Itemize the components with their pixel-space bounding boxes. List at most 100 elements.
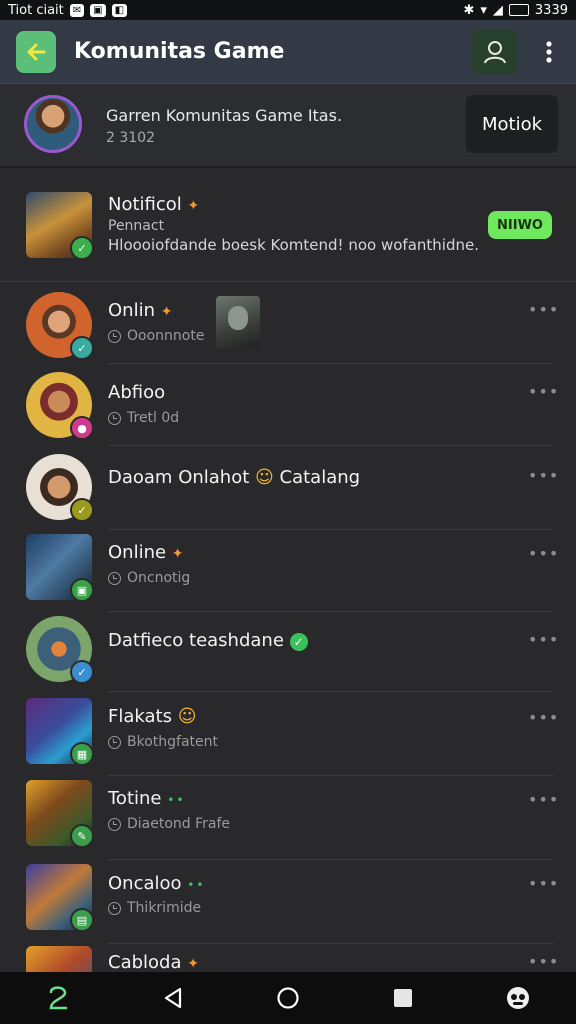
item-subtitle-row: Oncnotig [108, 570, 190, 586]
profile-button[interactable] [472, 30, 518, 74]
avatar: ● [26, 372, 94, 440]
list-item[interactable]: ✓ Datfieco teashdane ✓ ••• [0, 612, 576, 692]
notification-icon: ✉ [69, 3, 85, 17]
avatar: ▣ [26, 534, 94, 602]
game-mode-button[interactable] [498, 978, 538, 1018]
clock-time: 3339 [534, 2, 568, 18]
item-name: Totine [108, 788, 162, 809]
more-horizontal-icon[interactable]: ••• [528, 544, 558, 563]
item-name: Oncaloo [108, 873, 182, 894]
emoji-icon: ☺ [255, 467, 274, 488]
app-bar: Komunitas Game [0, 20, 576, 84]
back-button[interactable] [16, 31, 56, 73]
avatar: ✎ [26, 780, 94, 848]
avatar: ▤ [26, 864, 94, 932]
status-badge: NIIWO [488, 211, 552, 239]
community-avatar [24, 95, 82, 153]
item-subtitle: Tretl 0d [127, 410, 180, 426]
list-item[interactable]: ✓ Notificol ✦ Pennact Hloooiofdande boes… [0, 168, 576, 282]
more-horizontal-icon[interactable]: ••• [528, 708, 558, 727]
item-subtitle-row: Diaetond Frafe [108, 816, 230, 832]
flag-badge-icon: ● [70, 416, 94, 440]
arrow-left-icon [27, 43, 46, 61]
list-item[interactable]: ● Abfioo Tretl 0d ••• [0, 364, 576, 446]
item-subtitle-row: Tretl 0d [108, 410, 179, 426]
list-item[interactable]: ▣ Online ✦ Oncnotig ••• [0, 530, 576, 612]
screen: Tiot ciait ✉ ▣ ◧ ✱ ▾ ◢ 3339 Komunitas Ga… [0, 0, 576, 1024]
more-options-button[interactable] [540, 34, 558, 70]
more-horizontal-icon[interactable]: ••• [528, 952, 558, 971]
community-title: Garren Komunitas Game Itas. [106, 106, 343, 125]
bluetooth-icon: ✱ [463, 2, 475, 18]
more-horizontal-icon[interactable]: ••• [528, 874, 558, 893]
battery-icon [508, 4, 529, 16]
wifi-icon: ▾ [480, 2, 487, 18]
item-subtitle-row: Thikrimide [108, 900, 201, 916]
item-subtitle: Pennact [108, 218, 165, 234]
lock-badge-icon: ▣ [70, 578, 94, 602]
signal-icon: ◢ [492, 2, 503, 18]
item-extra: teashdane [189, 630, 284, 651]
navigation-bar [0, 972, 576, 1024]
community-header: Garren Komunitas Game Itas. 2 3102 Motio… [0, 84, 576, 168]
clock-icon [108, 735, 121, 749]
message-icon: ◧ [111, 3, 128, 17]
item-name: Notificol [108, 194, 182, 215]
item-subtitle: Diaetond Frafe [127, 816, 231, 832]
more-horizontal-icon[interactable]: ••• [528, 382, 558, 401]
avatar [26, 946, 92, 972]
home-circle-icon [277, 987, 299, 1009]
join-button[interactable]: Motiok [466, 95, 558, 153]
assistant-button[interactable] [38, 978, 78, 1018]
home-button[interactable] [268, 978, 308, 1018]
item-subtitle-row: Bkothgfatent [108, 734, 218, 750]
recents-button[interactable] [383, 978, 423, 1018]
avatar: ✓ [26, 454, 94, 522]
clock-icon [108, 901, 121, 915]
item-name: Datfieco [108, 630, 184, 651]
avatar: ✓ [26, 292, 94, 360]
item-subtitle: Oncnotig [127, 570, 191, 586]
emoji-icon: ☺ [177, 706, 197, 727]
list-item[interactable]: ▦ Flakats ☺ Bkothgfatent ••• [0, 692, 576, 776]
avatar: ▦ [26, 698, 94, 766]
more-horizontal-icon[interactable]: ••• [528, 466, 558, 485]
item-subtitle: Bkothgfatent [127, 734, 218, 750]
back-nav-button[interactable] [153, 978, 193, 1018]
item-name: Daoam Onlahot [108, 467, 250, 488]
list-item[interactable]: ▤ Oncaloo •• Thikrimide ••• [0, 860, 576, 944]
item-subtitle: Ooonnnote [127, 328, 205, 344]
check-badge-icon: ✓ [70, 236, 94, 260]
item-name: Online [108, 542, 167, 563]
game-thumbnail [216, 296, 260, 348]
check-badge-icon: ✓ [70, 498, 94, 522]
more-horizontal-icon[interactable]: ••• [528, 300, 558, 319]
check-badge-icon: ✓ [70, 660, 94, 684]
star-icon: ✦ [160, 304, 173, 320]
list-item[interactable]: ✓ Onlin ✦ Ooonnnote ••• [0, 282, 576, 364]
item-subtitle-row: Ooonnnote [108, 328, 204, 344]
list-item[interactable]: ✎ Totine •• Diaetond Frafe ••• [0, 776, 576, 860]
more-horizontal-icon[interactable]: ••• [528, 630, 558, 649]
more-vertical-icon [546, 41, 552, 63]
clock-icon [108, 817, 121, 831]
item-name: Cabloda [108, 952, 182, 972]
edit-badge-icon: ✎ [70, 824, 94, 848]
verified-icon: ✓ [289, 633, 308, 651]
list-item[interactable]: Cabloda ✦ ••• [0, 944, 576, 972]
game-controller-icon [507, 987, 530, 1009]
more-horizontal-icon[interactable]: ••• [528, 790, 558, 809]
user-icon [484, 41, 506, 64]
star-icon: ✦ [187, 956, 199, 972]
clock-icon [108, 571, 121, 585]
square-recents-icon [394, 989, 413, 1007]
triangle-back-icon [164, 987, 181, 1009]
online-indicator-icon: •• [187, 878, 206, 892]
status-bar: Tiot ciait ✉ ▣ ◧ ✱ ▾ ◢ 3339 [0, 0, 576, 20]
item-name: Abfioo [108, 382, 166, 403]
item-subtitle: Thikrimide [127, 900, 202, 916]
item-name: Flakats [108, 706, 172, 727]
list-item[interactable]: ✓ Daoam Onlahot ☺ Catalang ••• [0, 446, 576, 530]
item-message: Hloooiofdande boesk Komtend! noo wofanth… [108, 236, 479, 254]
online-indicator-icon: •• [167, 793, 186, 807]
